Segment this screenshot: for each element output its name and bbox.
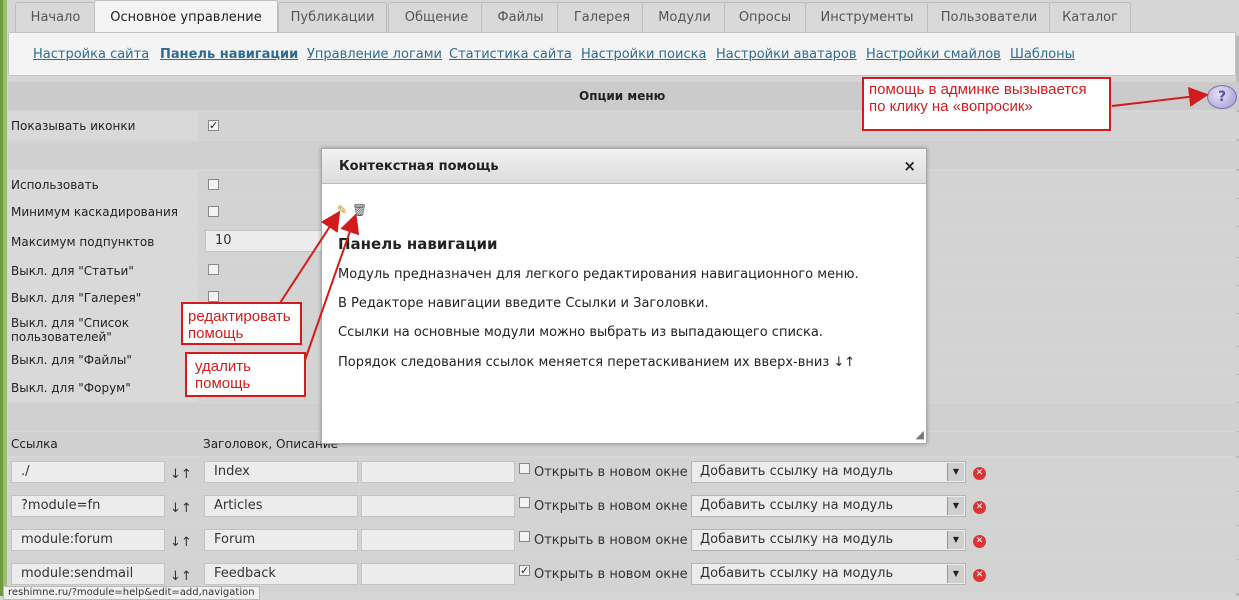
status-bar-url: reshimne.ru/?module=help&edit=add,naviga… — [3, 586, 260, 600]
arrow-help — [1111, 86, 1209, 107]
arrow-delete — [304, 213, 360, 361]
annotation-arrows — [279, 86, 1209, 361]
